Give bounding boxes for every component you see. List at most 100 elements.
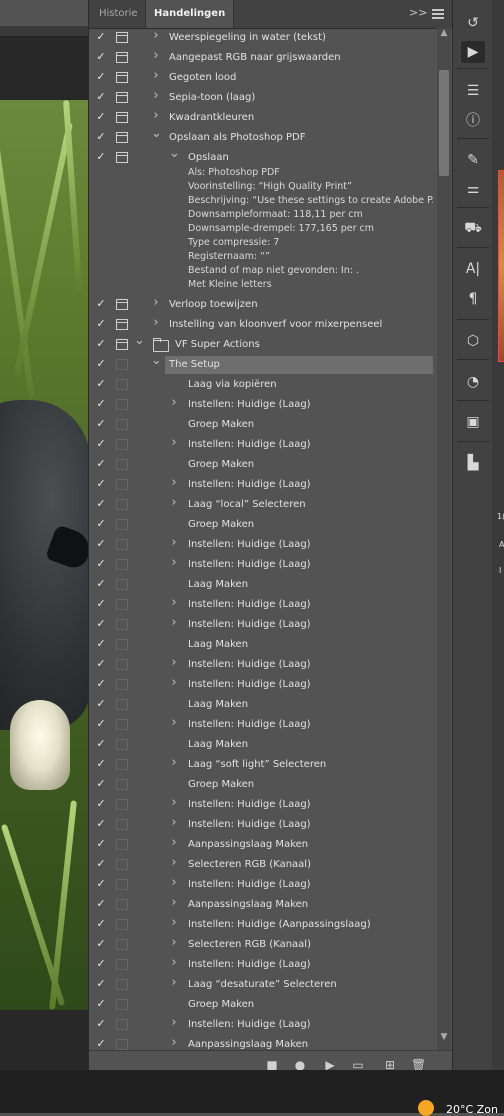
command-row[interactable]: ✓ Groep Maken	[89, 455, 437, 475]
checkmark-icon[interactable]: ✓	[95, 458, 107, 470]
scrollbar[interactable]: ▲ ▼	[437, 28, 451, 1050]
dialog-toggle-icon[interactable]	[116, 819, 128, 830]
chevron-right-icon[interactable]: ›	[169, 756, 179, 769]
checkmark-icon[interactable]: ✓	[95, 578, 107, 590]
dialog-toggle-icon[interactable]	[116, 359, 128, 370]
chevron-right-icon[interactable]: ›	[169, 556, 179, 569]
info-icon[interactable]: ⓘ	[461, 110, 485, 132]
chevron-right-icon[interactable]: ›	[169, 676, 179, 689]
chevron-right-icon[interactable]: ›	[169, 816, 179, 829]
command-row[interactable]: ✓ › Aanpassingslaag Maken	[89, 835, 437, 855]
action-row-the-setup[interactable]: ✓ ⌄ The Setup	[89, 354, 437, 375]
command-row[interactable]: ✓ › Instellen: Huidige (Laag)	[89, 875, 437, 895]
chevron-right-icon[interactable]: ›	[151, 49, 161, 62]
dialog-toggle-icon[interactable]	[116, 719, 128, 730]
action-row[interactable]: ✓ › Kwadrantkleuren	[89, 108, 437, 128]
action-row[interactable]: ✓ › Sepia-toon (laag)	[89, 88, 437, 108]
command-row[interactable]: ✓ Laag Maken	[89, 735, 437, 755]
dialog-toggle-icon[interactable]	[116, 459, 128, 470]
chevron-right-icon[interactable]: ›	[169, 716, 179, 729]
paragraph-icon[interactable]: ¶	[461, 288, 485, 310]
checkmark-icon[interactable]: ✓	[95, 498, 107, 510]
checkmark-icon[interactable]: ✓	[95, 151, 107, 163]
gradient-icon[interactable]: ▣	[461, 411, 485, 433]
chevron-right-icon[interactable]: ›	[151, 316, 161, 329]
command-row[interactable]: ✓ Groep Maken	[89, 515, 437, 535]
character-icon[interactable]: A|	[461, 258, 485, 280]
dialog-toggle-icon[interactable]	[116, 1019, 128, 1030]
checkmark-icon[interactable]: ✓	[95, 898, 107, 910]
dialog-toggle-icon[interactable]	[116, 779, 128, 790]
command-row[interactable]: ✓ › Instellen: Huidige (Laag)	[89, 655, 437, 675]
checkmark-icon[interactable]: ✓	[95, 1038, 107, 1050]
checkmark-icon[interactable]: ✓	[95, 131, 107, 143]
dialog-toggle-icon[interactable]	[116, 619, 128, 630]
checkmark-icon[interactable]: ✓	[95, 958, 107, 970]
action-row[interactable]: ✓ › Weerspiegeling in water (tekst)	[89, 28, 437, 48]
dialog-toggle-icon[interactable]	[116, 112, 128, 123]
chevron-right-icon[interactable]: ›	[151, 69, 161, 82]
checkmark-icon[interactable]: ✓	[95, 998, 107, 1010]
command-row[interactable]: ✓ Laag Maken	[89, 575, 437, 595]
dialog-toggle-icon[interactable]	[116, 919, 128, 930]
checkmark-icon[interactable]: ✓	[95, 91, 107, 103]
brush-settings-icon[interactable]: ✎	[461, 149, 485, 171]
chevron-right-icon[interactable]: ›	[169, 496, 179, 509]
checkmark-icon[interactable]: ✓	[95, 398, 107, 410]
brushes-icon[interactable]: ⚌	[461, 178, 485, 200]
checkmark-icon[interactable]: ✓	[95, 71, 107, 83]
checkmark-icon[interactable]: ✓	[95, 598, 107, 610]
chevron-right-icon[interactable]: ›	[169, 1016, 179, 1029]
checkmark-icon[interactable]: ✓	[95, 318, 107, 330]
dialog-toggle-icon[interactable]	[116, 519, 128, 530]
dialog-toggle-icon[interactable]	[116, 939, 128, 950]
command-row[interactable]: ✓ Laag Maken	[89, 635, 437, 655]
dialog-toggle-icon[interactable]	[116, 479, 128, 490]
chevron-down-icon[interactable]: ⌄	[134, 334, 145, 347]
chevron-right-icon[interactable]: ›	[169, 916, 179, 929]
dialog-toggle-icon[interactable]	[116, 439, 128, 450]
chevron-right-icon[interactable]: ›	[169, 896, 179, 909]
dialog-toggle-icon[interactable]	[116, 419, 128, 430]
chevron-right-icon[interactable]: ›	[169, 1036, 179, 1049]
chevron-right-icon[interactable]: ›	[169, 616, 179, 629]
command-row[interactable]: ✓ › Instellen: Huidige (Laag)	[89, 535, 437, 555]
command-row[interactable]: ✓ ⌄ Opslaan	[89, 147, 437, 168]
checkmark-icon[interactable]: ✓	[95, 858, 107, 870]
checkmark-icon[interactable]: ✓	[95, 838, 107, 850]
action-row[interactable]: ✓ › Verloop toewijzen	[89, 295, 437, 315]
chevron-right-icon[interactable]: ›	[169, 436, 179, 449]
command-row[interactable]: ✓ Laag Maken	[89, 695, 437, 715]
command-row[interactable]: ✓ Groep Maken	[89, 995, 437, 1015]
checkmark-icon[interactable]: ✓	[95, 478, 107, 490]
checkmark-icon[interactable]: ✓	[95, 538, 107, 550]
chevron-right-icon[interactable]: ›	[169, 596, 179, 609]
dialog-toggle-icon[interactable]	[116, 959, 128, 970]
sun-icon[interactable]	[418, 1100, 434, 1116]
checkmark-icon[interactable]: ✓	[95, 338, 107, 350]
dialog-toggle-icon[interactable]	[116, 539, 128, 550]
checkmark-icon[interactable]: ✓	[95, 358, 107, 370]
checkmark-icon[interactable]: ✓	[95, 298, 107, 310]
history-brush-icon[interactable]: ↺	[461, 12, 485, 34]
chevron-right-icon[interactable]: ›	[169, 476, 179, 489]
dialog-toggle-icon[interactable]	[116, 579, 128, 590]
chevron-right-icon[interactable]: ›	[151, 296, 161, 309]
command-row[interactable]: ✓ › Instellen: Huidige (Laag)	[89, 595, 437, 615]
chevron-right-icon[interactable]: ›	[169, 656, 179, 669]
3d-icon[interactable]: ⬡	[461, 330, 485, 352]
command-row[interactable]: ✓ › Selecteren RGB (Kanaal)	[89, 935, 437, 955]
command-row[interactable]: ✓ › Laag “local” Selecteren	[89, 495, 437, 515]
command-row[interactable]: ✓ Groep Maken	[89, 775, 437, 795]
chevron-right-icon[interactable]: ›	[169, 956, 179, 969]
checkmark-icon[interactable]: ✓	[95, 698, 107, 710]
checkmark-icon[interactable]: ✓	[95, 818, 107, 830]
weather-text[interactable]: 20°C Zon	[446, 1103, 498, 1116]
checkmark-icon[interactable]: ✓	[95, 378, 107, 390]
checkmark-icon[interactable]: ✓	[95, 918, 107, 930]
command-row[interactable]: ✓ › Aanpassingslaag Maken	[89, 1035, 437, 1050]
checkmark-icon[interactable]: ✓	[95, 758, 107, 770]
dialog-toggle-icon[interactable]	[116, 979, 128, 990]
chevron-down-icon[interactable]: ⌄	[151, 127, 162, 140]
checkmark-icon[interactable]: ✓	[95, 938, 107, 950]
